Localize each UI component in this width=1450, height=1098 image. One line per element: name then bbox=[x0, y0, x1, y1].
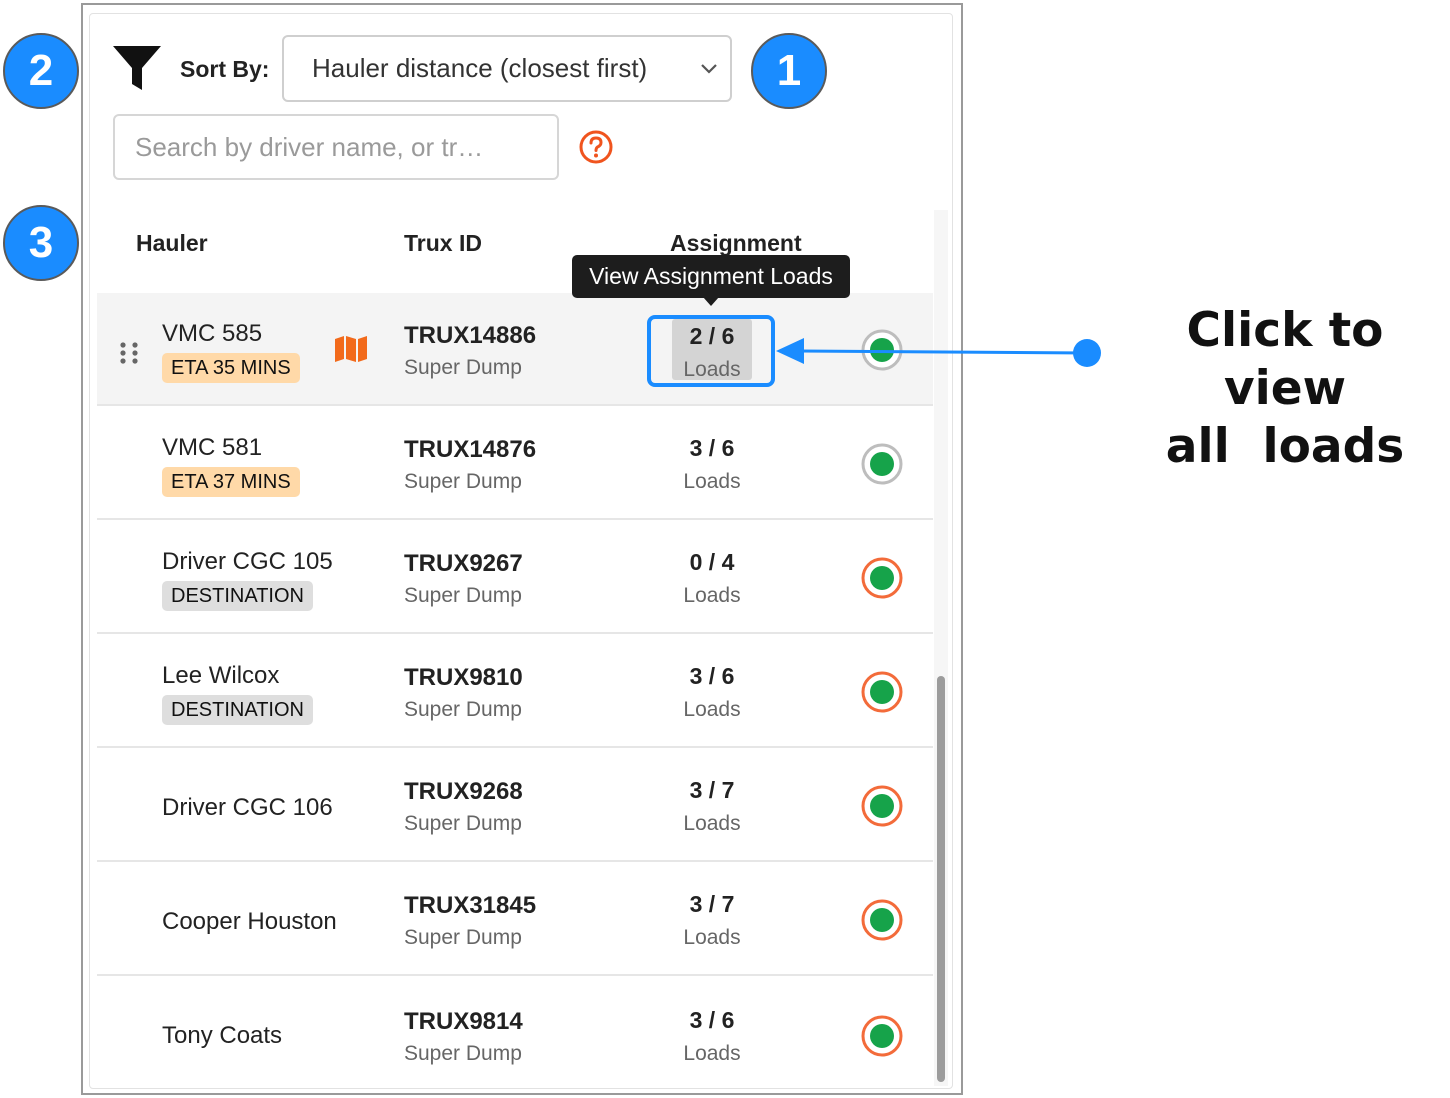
assignment-count: 3 / 6 bbox=[689, 1007, 735, 1033]
assignment-count: 3 / 7 bbox=[689, 777, 735, 803]
hauler-name: Driver CGC 106 bbox=[162, 794, 333, 821]
annotation-line-2: all loads bbox=[1165, 419, 1405, 474]
table-row[interactable]: VMC 581 ETA 37 MINS TRUX14876 Super Dump… bbox=[97, 407, 933, 520]
status-indicator-icon bbox=[861, 671, 903, 713]
column-header-trux-id[interactable]: Trux ID bbox=[404, 230, 482, 257]
assignment-count: 3 / 6 bbox=[689, 435, 735, 461]
assignment-loads-button[interactable]: 3 / 6 Loads bbox=[667, 1001, 757, 1066]
assignment-unit: Loads bbox=[683, 812, 741, 835]
annotation-text: Click to view all loads bbox=[1120, 302, 1450, 476]
assignment-loads-button[interactable]: 3 / 7 Loads bbox=[667, 885, 757, 950]
table-row[interactable]: Tony Coats TRUX9814 Super Dump 3 / 6 Loa… bbox=[97, 977, 933, 1090]
hauler-name: VMC 581 bbox=[162, 434, 263, 461]
annotation-line-1: Click to view bbox=[1186, 303, 1384, 416]
tooltip: View Assignment Loads bbox=[572, 255, 850, 298]
table-row[interactable]: Driver CGC 106 TRUX9268 Super Dump 3 / 7… bbox=[97, 749, 933, 862]
assignment-unit: Loads bbox=[683, 1042, 741, 1065]
table-row[interactable]: Driver CGC 105 DESTINATION TRUX9267 Supe… bbox=[97, 521, 933, 634]
hauler-name: VMC 585 bbox=[162, 320, 263, 347]
step-badge-1: 1 bbox=[751, 33, 827, 109]
sort-select[interactable]: Hauler distance (closest first) bbox=[282, 35, 732, 102]
status-indicator-icon bbox=[861, 557, 903, 599]
assignment-loads-button[interactable]: 3 / 7 Loads bbox=[667, 771, 757, 836]
map-icon[interactable] bbox=[334, 335, 368, 363]
truck-type: Super Dump bbox=[404, 812, 522, 835]
status-indicator-icon bbox=[861, 899, 903, 941]
truck-type: Super Dump bbox=[404, 470, 522, 493]
help-icon[interactable] bbox=[578, 129, 614, 165]
eta-badge: ETA 35 MINS bbox=[162, 353, 300, 383]
highlight-box bbox=[647, 315, 775, 387]
assignment-loads-button[interactable]: 3 / 6 Loads bbox=[667, 429, 757, 494]
truck-type: Super Dump bbox=[404, 356, 522, 379]
column-header-hauler[interactable]: Hauler bbox=[136, 230, 208, 257]
trux-id: TRUX9810 bbox=[404, 664, 523, 691]
step-badge-2: 2 bbox=[3, 33, 79, 109]
status-indicator-icon bbox=[861, 785, 903, 827]
trux-id: TRUX9814 bbox=[404, 1008, 523, 1035]
chevron-down-icon bbox=[701, 64, 717, 74]
column-header-assignment[interactable]: Assignment bbox=[670, 230, 802, 257]
trux-id: TRUX9268 bbox=[404, 778, 523, 805]
search-input[interactable]: Search by driver name, or tr… bbox=[113, 114, 559, 180]
destination-badge: DESTINATION bbox=[162, 581, 313, 611]
trux-id: TRUX14886 bbox=[404, 322, 537, 349]
tooltip-pointer bbox=[703, 297, 719, 306]
truck-type: Super Dump bbox=[404, 698, 522, 721]
table-row[interactable]: Lee Wilcox DESTINATION TRUX9810 Super Du… bbox=[97, 635, 933, 748]
status-indicator-icon bbox=[861, 1015, 903, 1057]
truck-type: Super Dump bbox=[404, 1042, 522, 1065]
sort-label: Sort By: bbox=[180, 56, 270, 82]
sort-select-value: Hauler distance (closest first) bbox=[312, 53, 648, 83]
status-indicator-icon bbox=[861, 443, 903, 485]
hauler-name: Lee Wilcox bbox=[162, 662, 280, 689]
drag-handle-icon[interactable] bbox=[117, 341, 141, 365]
hauler-name: Cooper Houston bbox=[162, 908, 337, 935]
assignment-loads-button[interactable]: 3 / 6 Loads bbox=[667, 657, 757, 722]
annotation-arrow bbox=[776, 338, 1101, 367]
assignment-loads-button[interactable]: 0 / 4 Loads bbox=[667, 543, 757, 608]
assignment-count: 3 / 6 bbox=[689, 663, 735, 689]
table-row[interactable]: Cooper Houston TRUX31845 Super Dump 3 / … bbox=[97, 863, 933, 976]
trux-id: TRUX14876 bbox=[404, 436, 537, 463]
assignment-unit: Loads bbox=[683, 584, 741, 607]
assignment-unit: Loads bbox=[683, 470, 741, 493]
destination-badge: DESTINATION bbox=[162, 695, 313, 725]
assignment-unit: Loads bbox=[683, 926, 741, 949]
scrollbar-thumb[interactable] bbox=[937, 676, 945, 1082]
assignment-unit: Loads bbox=[683, 698, 741, 721]
step-badge-3: 3 bbox=[3, 205, 79, 281]
hauler-name: Tony Coats bbox=[162, 1022, 283, 1049]
truck-type: Super Dump bbox=[404, 926, 522, 949]
assignment-count: 0 / 4 bbox=[689, 549, 735, 575]
hauler-name: Driver CGC 105 bbox=[162, 548, 333, 575]
trux-id: TRUX9267 bbox=[404, 550, 523, 577]
truck-type: Super Dump bbox=[404, 584, 522, 607]
assignment-count: 3 / 7 bbox=[689, 891, 735, 917]
eta-badge: ETA 37 MINS bbox=[162, 467, 300, 497]
search-placeholder: Search by driver name, or tr… bbox=[135, 131, 484, 162]
trux-id: TRUX31845 bbox=[404, 892, 537, 919]
filter-icon[interactable] bbox=[111, 44, 163, 94]
